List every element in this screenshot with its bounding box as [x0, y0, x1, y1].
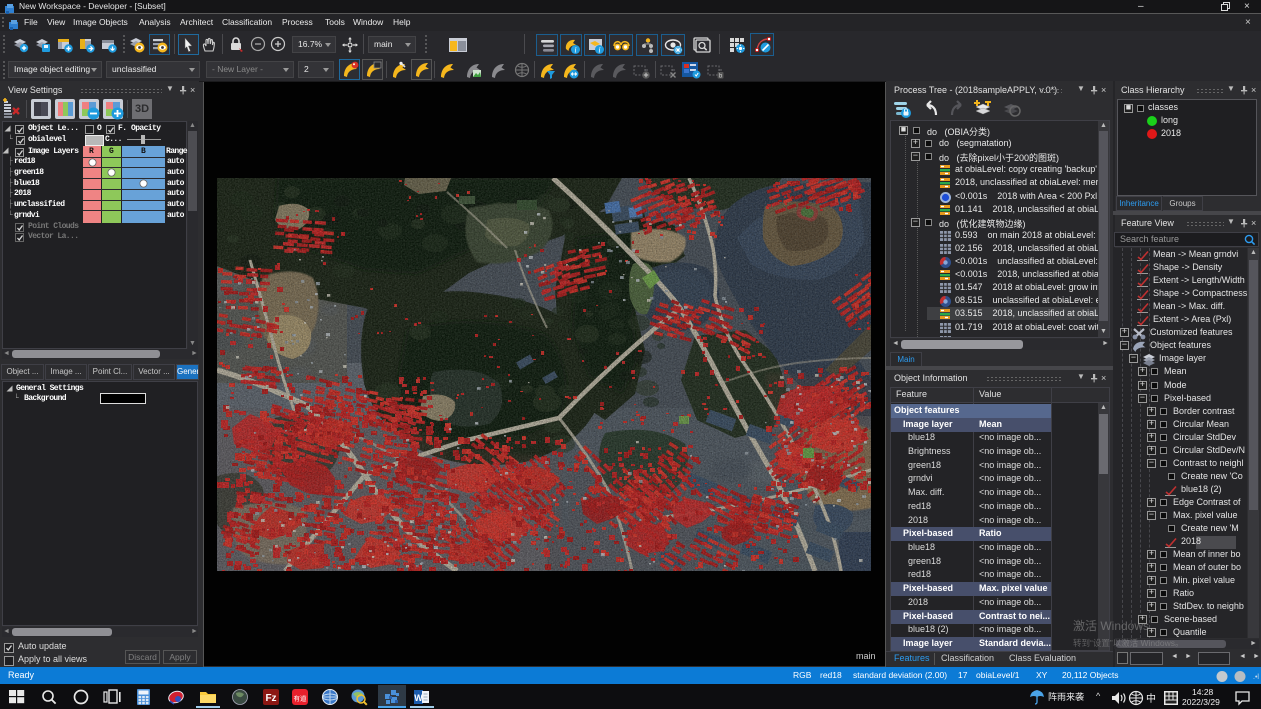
- svg-text:i: i: [574, 46, 576, 55]
- svg-text:Fz: Fz: [265, 693, 276, 704]
- svg-text:W: W: [414, 693, 423, 703]
- svg-text:i: i: [598, 46, 600, 55]
- svg-text:有道: 有道: [294, 694, 308, 703]
